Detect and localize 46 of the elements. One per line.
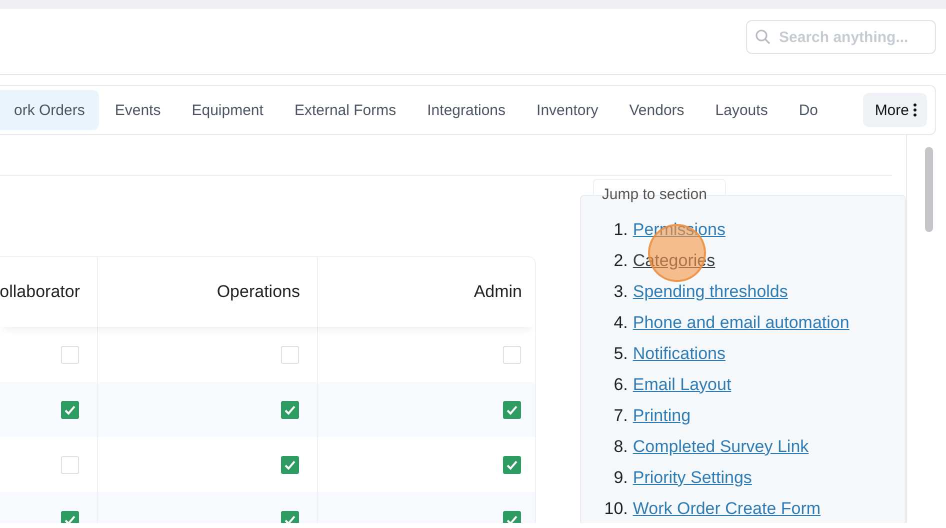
check-icon — [506, 514, 518, 523]
section-link[interactable]: Completed Survey Link — [632, 436, 809, 456]
item-number: 7. — [612, 406, 629, 426]
search-icon — [755, 29, 771, 45]
item-number: 5. — [612, 344, 629, 364]
more-button[interactable]: More — [862, 93, 927, 127]
tab[interactable]: Layouts — [700, 90, 783, 130]
tab[interactable]: Do — [784, 90, 834, 130]
checkbox[interactable] — [281, 456, 299, 474]
section-link[interactable]: Priority Settings — [632, 468, 752, 488]
kebab-icon — [913, 103, 917, 117]
scrollbar-thumb[interactable] — [925, 147, 933, 232]
item-number: 10. — [603, 498, 629, 518]
item-number: 6. — [612, 374, 629, 394]
item-number: 9. — [612, 468, 629, 488]
check-icon — [506, 404, 518, 414]
checkbox[interactable] — [503, 400, 521, 418]
section-link[interactable]: Notifications — [632, 344, 726, 364]
search-field[interactable]: Search anything... — [746, 20, 936, 54]
section-link[interactable]: Phone and email automation — [632, 312, 850, 332]
check-icon — [506, 460, 518, 470]
item-number: 1. — [612, 220, 629, 240]
tab[interactable]: ork Orders — [0, 90, 99, 130]
check-icon — [64, 514, 76, 523]
tab[interactable]: Inventory — [522, 90, 614, 130]
check-icon — [64, 404, 76, 414]
item-number: 4. — [612, 312, 629, 332]
check-icon — [284, 514, 296, 523]
tab[interactable]: External Forms — [279, 90, 412, 130]
check-icon — [284, 404, 296, 414]
section-link[interactable]: Printing — [632, 406, 691, 426]
section-link[interactable]: Email Layout — [632, 374, 732, 394]
section-link[interactable]: Work Order Create Form — [632, 498, 821, 518]
checkbox[interactable] — [503, 456, 521, 474]
item-number: 3. — [612, 282, 629, 302]
item-number: 8. — [612, 436, 629, 456]
checkbox[interactable] — [281, 400, 299, 418]
column-header: Admin — [472, 281, 523, 303]
tab[interactable]: Integrations — [412, 90, 521, 130]
tab[interactable]: Vendors — [614, 90, 700, 130]
tab[interactable]: Equipment — [176, 90, 278, 130]
check-icon — [284, 460, 296, 470]
tab[interactable]: Events — [100, 90, 176, 130]
section-link[interactable]: Spending thresholds — [632, 282, 788, 302]
checkbox[interactable] — [61, 400, 79, 418]
item-number: 2. — [612, 250, 629, 270]
